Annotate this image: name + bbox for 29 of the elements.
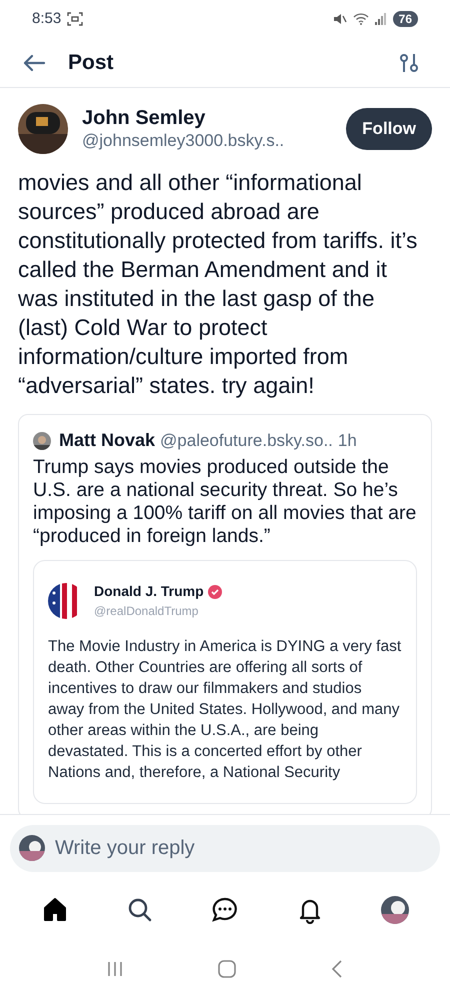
signal-icon — [374, 13, 387, 25]
post-text: movies and all other “informational sources” produced abroad are constitutionally protected from tariffs. it’s called the Berman Amendment and it was instituted in the last gasp of the (last) Cold War to protect information/culture imported from “adversarial” states. try again! — [18, 169, 418, 400]
author-avatar[interactable] — [18, 104, 68, 154]
mute-icon — [332, 12, 347, 26]
reply-field[interactable]: Write your reply — [10, 825, 440, 872]
page-title: Post — [68, 50, 114, 76]
quoted-post-card[interactable] — [18, 414, 432, 814]
recent-apps-icon[interactable] — [106, 960, 124, 978]
quote-author-name: Matt Novak — [59, 429, 156, 452]
author-name[interactable]: John Semley — [82, 106, 284, 130]
profile-avatar[interactable] — [381, 896, 410, 924]
chat-icon[interactable] — [210, 896, 239, 924]
battery-indicator: 76 — [392, 11, 418, 27]
back-arrow-icon[interactable] — [22, 54, 46, 72]
quote-time: 1h — [338, 430, 357, 452]
status-time: 8:53 — [32, 8, 62, 29]
author-handle[interactable]: @johnsemley3000.bsky.s.. — [82, 130, 284, 152]
quote-avatar — [33, 432, 51, 450]
embed-text: The Movie Industry in America is DYING a very fast death. Other Countries are offering all sorts of incentives to draw our filmmakers and studios away from the United States. Hollywood, and many other areas within the U.S.A., are being devastated. This is a concerted effort by other Nations and, therefore, a National Security — [48, 637, 402, 783]
back-icon[interactable] — [330, 959, 344, 979]
embed-author-name: Donald J. Trump — [94, 582, 204, 601]
screenshot-icon — [67, 12, 84, 26]
home-button-icon[interactable] — [216, 959, 237, 979]
quote-text: Trump says movies produced outside the U.S. are a national security threat. So he’s imposing a 100% tariff on all movies that are “produced in foreign lands.” — [33, 456, 417, 548]
wifi-icon — [352, 12, 369, 26]
follow-button[interactable]: Follow — [346, 108, 432, 150]
quote-author-handle: @paleofuture.bsky.so.. — [160, 430, 333, 452]
embed-author-handle: @realDonaldTrump — [94, 603, 200, 620]
filter-settings-icon[interactable] — [400, 52, 418, 74]
